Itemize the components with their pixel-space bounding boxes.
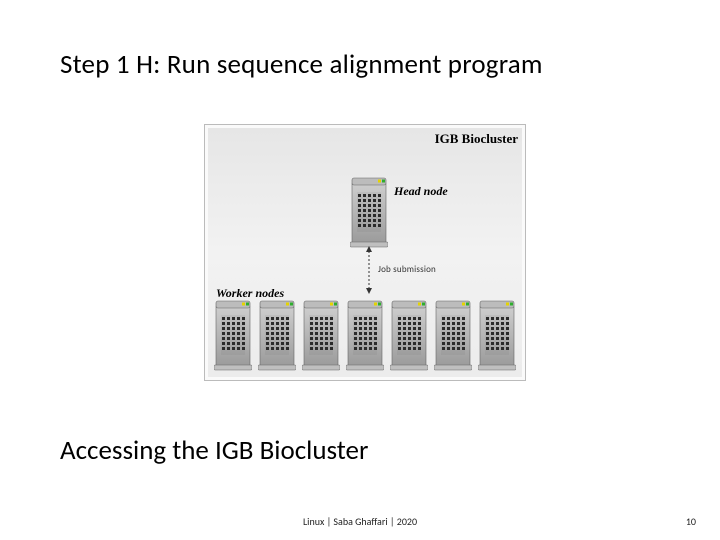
slide-subtitle: Accessing the IGB Biocluster [60,434,368,467]
job-submission-arrow-icon [366,246,372,294]
worker-node-server-icon [258,295,296,371]
worker-node-server-icon [478,295,516,371]
worker-node-server-icon [346,295,384,371]
cluster-title-label: IGB Biocluster [435,131,518,147]
worker-node-server-icon [302,295,340,371]
head-node-area: Head node [208,150,522,246]
job-submission-label: Job submission [378,264,436,275]
slide-title: Step 1 H: Run sequence alignment program [60,48,543,81]
worker-nodes-row [208,291,522,371]
diagram-background: IGB Biocluster Head node [208,128,522,377]
head-node-label: Head node [394,184,448,199]
head-node-server-icon [350,172,388,248]
cluster-diagram: IGB Biocluster Head node [204,124,526,381]
footer-page-number: 10 [686,515,696,528]
worker-node-server-icon [434,295,472,371]
worker-node-server-icon [214,295,252,371]
footer-credit: Linux | Saba Ghaffari | 2020 [0,515,720,528]
worker-node-server-icon [390,295,428,371]
